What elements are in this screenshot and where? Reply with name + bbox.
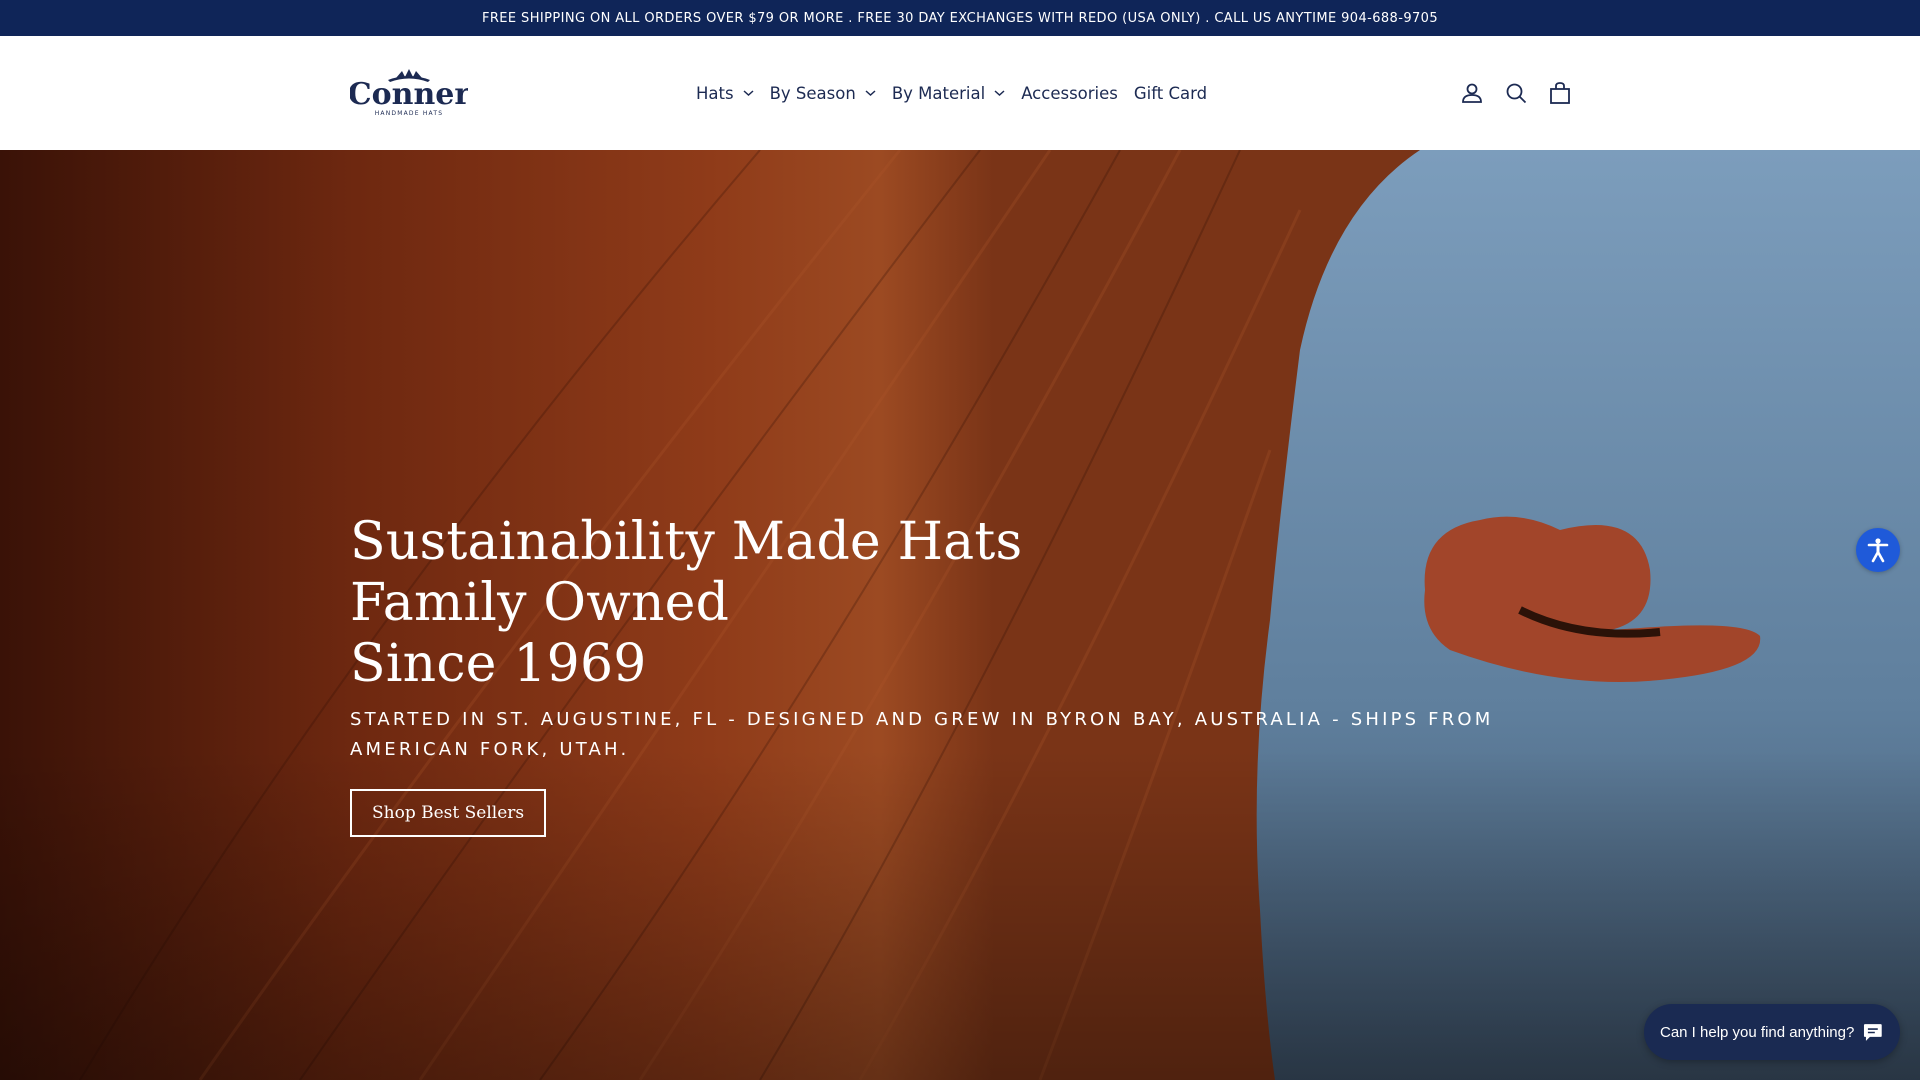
cart-icon[interactable] xyxy=(1548,81,1572,105)
main-nav: Hats By Season By Material Accessories G… xyxy=(696,36,1207,150)
accessibility-button[interactable] xyxy=(1856,528,1900,572)
nav-item-label: Hats xyxy=(696,83,734,103)
chevron-down-icon xyxy=(743,90,754,97)
hero-title: Sustainability Made Hats Family Owned Si… xyxy=(350,512,1550,695)
chevron-down-icon xyxy=(994,90,1005,97)
hero-title-line: Sustainability Made Hats xyxy=(350,512,1023,572)
chat-prompt: Can I help you find anything? xyxy=(1660,1023,1855,1041)
chat-bubble-icon xyxy=(1864,1024,1883,1041)
shop-best-sellers-button[interactable]: Shop Best Sellers xyxy=(350,789,547,837)
hero-content: Sustainability Made Hats Family Owned Si… xyxy=(350,512,1550,837)
chevron-down-icon xyxy=(865,90,876,97)
nav-item-label: By Material xyxy=(891,83,986,103)
brand-logo[interactable]: Conner HANDMADE HATS xyxy=(350,66,468,118)
chat-widget-button[interactable]: Can I help you find anything? xyxy=(1644,1004,1900,1060)
hero-banner: Sustainability Made Hats Family Owned Si… xyxy=(0,150,1920,1080)
header-actions xyxy=(1460,36,1572,150)
nav-item-label: Accessories xyxy=(1021,83,1118,103)
brand-tagline: HANDMADE HATS xyxy=(375,110,444,117)
hero-title-line: Since 1969 xyxy=(350,634,647,694)
nav-item-by-season[interactable]: By Season xyxy=(770,84,876,103)
hero-title-line: Family Owned xyxy=(350,573,730,633)
nav-item-accessories[interactable]: Accessories xyxy=(1021,84,1118,103)
brand-wordmark: Conner xyxy=(350,77,468,112)
site-header: Conner HANDMADE HATS Hats By Season By M… xyxy=(0,36,1920,150)
nav-item-label: By Season xyxy=(769,83,856,103)
account-icon[interactable] xyxy=(1460,81,1484,105)
announcement-bar: FREE SHIPPING ON ALL ORDERS OVER $79 OR … xyxy=(0,0,1920,36)
announcement-text: FREE SHIPPING ON ALL ORDERS OVER $79 OR … xyxy=(481,10,1438,26)
nav-item-by-material[interactable]: By Material xyxy=(892,84,1005,103)
nav-item-gift-card[interactable]: Gift Card xyxy=(1134,84,1207,103)
nav-item-label: Gift Card xyxy=(1133,83,1208,103)
accessibility-icon xyxy=(1867,538,1889,563)
nav-item-hats[interactable]: Hats xyxy=(696,84,754,103)
search-icon[interactable] xyxy=(1504,81,1528,105)
hero-subtitle: STARTED IN ST. AUGUSTINE, FL - DESIGNED … xyxy=(350,709,1494,760)
